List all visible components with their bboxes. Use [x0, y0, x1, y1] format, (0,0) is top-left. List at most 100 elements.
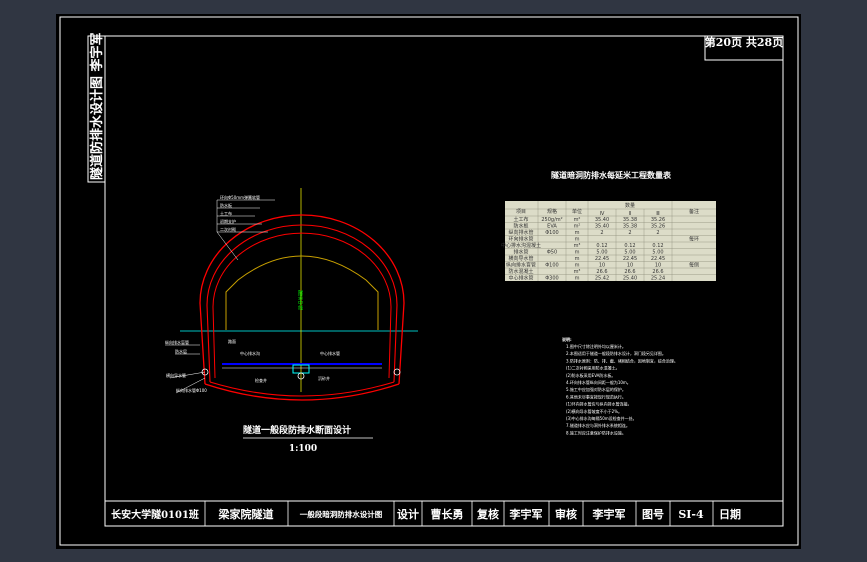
table-cell-c1: 25.42: [595, 276, 609, 282]
note-line: (1)二次衬砌采用防水混凝土。: [566, 365, 620, 371]
table-cell-c1: 26.6: [596, 269, 607, 275]
table-cell-c3: 22.45: [651, 256, 665, 262]
leader-top-4: 初期支护: [220, 218, 236, 224]
tb-project: 梁家院隧道: [218, 507, 274, 521]
leader-left-1: 纵向排水盲管: [165, 339, 189, 345]
tb-date-label: 日期: [719, 507, 741, 521]
table-cell-c3: 10: [655, 263, 661, 269]
table-cell-spec: 250g/m²: [541, 217, 562, 223]
table-cell-item: 横向导水管: [508, 255, 533, 262]
note-line: (2)防水板采用EVA防水板。: [566, 372, 615, 378]
table-cell-item: 中心排水沟混凝土: [501, 242, 541, 249]
table-title: 隧道暗洞防排水每延米工程数量表: [551, 170, 672, 180]
table-cell-c2: 10: [627, 263, 633, 269]
table-cell-unit: m: [575, 263, 580, 269]
drawing-scale: 1:100: [289, 444, 317, 454]
table-cell-c3: 2: [656, 230, 659, 236]
table-cell-unit: m: [575, 276, 580, 282]
table-cell-spec: Φ50: [547, 250, 557, 256]
tb-review-label: 复核: [476, 507, 499, 521]
note-line: (1)环向排水管应与纵向排水管连接。: [566, 401, 632, 407]
note-line: 4.环向排水管纵向间距一般为10m。: [566, 379, 631, 385]
page-number: 第20页 共28页: [705, 35, 783, 49]
cad-drawing: 隧道防排水设计图 李宇军 第20页 共28页 隧道暗洞防排水每延米工程数量表 项…: [59, 16, 799, 546]
drawing-title: 隧道一般段防排水断面设计: [243, 424, 351, 436]
table-cell-unit: m: [575, 250, 580, 256]
table-cell-item: 防水混凝土: [508, 268, 533, 275]
leader-bottom-1: 路面: [228, 338, 236, 344]
side-title: 隧道防排水设计图 李宇军: [89, 32, 105, 180]
leader-bottom-3: 中心排水管: [320, 350, 340, 356]
note-line: 1.图中尺寸除注明外均以厘米计。: [566, 343, 626, 349]
leader-left-3: 横向导水管: [166, 372, 186, 378]
note-line: 6.其他未尽事宜按现行规范执行。: [566, 393, 626, 399]
tb-drawing-no-label: 图号: [642, 508, 664, 521]
table-cell-item: 中心排水管: [508, 275, 533, 282]
table-cell-unit: m: [575, 230, 580, 236]
table-cell-item: 防水板: [513, 223, 528, 230]
note-line: 3.防排水原则：防、排、截、堵相结合，因地制宜，综合治理。: [566, 357, 678, 363]
table-cell-c2: 35.38: [623, 224, 637, 230]
table-cell-item: 纵向排水管: [508, 229, 533, 236]
th-remark: 备注: [689, 208, 699, 215]
leader-top-1: 环向Φ50mm弹簧软管: [220, 194, 260, 200]
table-cell-spec: Φ300: [545, 276, 558, 282]
table-cell-item: 纵向排水盲管: [506, 262, 536, 269]
leader-left-4: 纵向排水管Φ100: [176, 387, 207, 393]
notes-lines: 1.图中尺寸除注明外均以厘米计。2.本图适用于隧道一般段防排水设计，洞门段另见详…: [566, 343, 678, 435]
tb-drawing-name: 一般段暗洞防排水设计图: [300, 509, 383, 519]
table-cell-spec: Φ100: [545, 230, 558, 236]
table-cell-c1: 2: [600, 230, 603, 236]
table-cell-c2: 25.40: [623, 276, 637, 282]
table-cell-c1: 0.12: [596, 243, 607, 249]
note-line: 8.施工时应注意保护防排水设施。: [566, 429, 626, 435]
table-cell-c3: 5.00: [652, 250, 663, 256]
tb-designer: 曹长勇: [431, 507, 464, 521]
tb-approver: 李宇军: [592, 507, 626, 521]
table-cell-spec: Φ100: [545, 263, 558, 269]
leader-left-2: 防水层: [175, 348, 187, 354]
leader-bottom-5: 沉砂井: [318, 375, 330, 381]
th-quantity: 数量: [625, 202, 635, 209]
table-cell-c3: 26.6: [652, 269, 663, 275]
table-cell-c3: 35.26: [651, 217, 665, 223]
tb-drawing-no: SI-4: [678, 508, 704, 521]
table-cell-remark: 每环: [689, 236, 699, 243]
th-spec: 规格: [547, 208, 557, 215]
table-cell-unit: m: [575, 237, 580, 243]
table-cell-c3: 35.26: [651, 224, 665, 230]
table-cell-c3: 25.24: [651, 276, 665, 282]
table-cell-unit: m: [575, 256, 580, 262]
centerline-label: 隧道中线: [297, 289, 303, 310]
note-line: 7.隧道排水应与洞外排水系统相连。: [566, 422, 630, 428]
table-cell-item: 土工布: [513, 216, 528, 223]
table-cell-unit: m²: [574, 217, 581, 223]
invert-arch: [204, 383, 400, 401]
table-cell-item: 环向排水管: [508, 236, 533, 243]
title-block: 长安大学隧0101班 梁家院隧道 一般段暗洞防排水设计图 设计 曹长勇 复核 李…: [104, 500, 784, 527]
note-line: (2)横向导水管坡度不小于2%。: [566, 408, 622, 414]
tb-design-label: 设计: [397, 507, 419, 521]
leader-bottom-4: 检查井: [255, 377, 267, 383]
table-cell-unit: m³: [574, 269, 581, 275]
table-cell-remark: 每侧: [689, 262, 699, 269]
table-cell-spec: EVA: [547, 224, 557, 230]
invert-arch-inner: [209, 381, 395, 397]
table-cell-c2: 0.12: [624, 243, 635, 249]
tb-school: 长安大学隧0101班: [111, 508, 199, 521]
th-item: 项目: [516, 209, 526, 215]
notes-heading: 说明:: [562, 336, 572, 342]
table-cell-c1: 10: [599, 263, 605, 269]
note-line: 5.施工中应加强对防水层的保护。: [566, 386, 626, 392]
note-line: (3)中心排水沟每隔50m设检查井一处。: [566, 415, 637, 421]
table-cell-item: 排水管: [513, 249, 528, 256]
tb-reviewer: 李宇军: [509, 507, 543, 521]
table-cell-c1: 22.45: [595, 256, 609, 262]
table-cell-c2: 26.6: [624, 269, 635, 275]
table-cell-c2: 2: [628, 230, 631, 236]
table-cell-c3: 0.12: [652, 243, 663, 249]
table-cell-unit: m²: [574, 224, 581, 230]
table-cell-unit: m³: [574, 243, 581, 249]
table-cell-c1: 35.40: [595, 224, 609, 230]
notes: 说明: 1.图中尺寸除注明外均以厘米计。2.本图适用于隧道一般段防排水设计，洞门…: [562, 336, 678, 435]
